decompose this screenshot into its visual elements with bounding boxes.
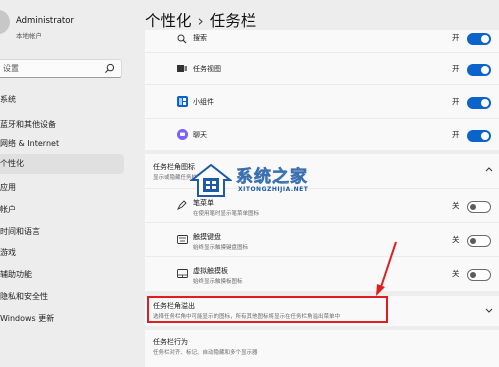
search-toggle[interactable] [467,33,491,45]
breadcrumb-parent[interactable]: 个性化 [145,12,192,30]
keyboard-icon [177,235,188,244]
sidebar-item-privacy[interactable]: 隐私和安全性 [0,287,124,307]
corner-icon-description: 在使用笔时显示笔菜单图标 [193,211,260,217]
pen-icon [177,200,187,210]
corner-icon-label: 触摸键盘 [193,233,221,241]
sidebar-item-label: 应用 [0,183,16,192]
annotation-arrow-icon [376,241,397,296]
sidebar-item-label: 系统 [0,95,16,104]
annotation-highlight-box [147,296,388,323]
corner-icon-description: 始终显示触摸键盘图标 [193,245,249,251]
taskbar-item-search: 搜索 开 [145,30,499,52]
task-view-toggle[interactable] [467,64,491,76]
sidebar-item-system[interactable]: 系统 [0,90,124,110]
toggle-state-label: 开 [452,33,460,42]
sidebar: Administrator 本地帐户 设置 系统 蓝牙和其他设备 网络 & In… [0,0,131,367]
sidebar-item-network[interactable]: 网络 & Internet [0,134,124,154]
taskbar-behaviors-section[interactable]: 任务栏行为 任务栏对齐、标记、自动隐藏和多个显示器 [145,330,499,367]
search-icon [177,34,187,44]
watermark-title: 系统之家 [236,167,308,188]
toggle-state-label: 开 [452,130,460,139]
taskbar-item-task-view: 任务视图 开 [145,52,499,84]
house-logo-icon [190,164,232,197]
touch-keyboard-toggle[interactable] [467,235,491,247]
widgets-icon [177,96,188,107]
taskbar-item-label: 聊天 [193,131,207,139]
taskbar-item-label: 任务视图 [193,65,221,73]
sidebar-item-label: 游戏 [0,248,16,257]
user-account-type: 本地帐户 [16,32,42,40]
chevron-down-icon[interactable] [485,308,493,314]
sidebar-item-label: 个性化 [0,159,24,168]
taskbar-item-chat: 聊天 开 [145,118,499,150]
toggle-state-label: 开 [452,64,460,73]
corner-icon-touch-keyboard: 触摸键盘 始终显示触摸键盘图标 关 [145,222,499,256]
sidebar-item-accessibility[interactable]: 辅助功能 [0,265,124,285]
sidebar-item-bluetooth[interactable]: 蓝牙和其他设备 [0,115,124,135]
section-description: 任务栏对齐、标记、自动隐藏和多个显示器 [153,350,258,356]
virtual-touchpad-toggle[interactable] [467,269,491,281]
toggle-state-label: 关 [452,201,460,210]
taskbar-items-panel: 搜索 开 任务视图 开 小组件 开 聊天 开 [145,30,499,150]
search-icon[interactable] [104,63,115,74]
taskbar-item-label: 搜索 [193,34,207,42]
toggle-state-label: 关 [452,235,460,244]
search-input[interactable]: 设置 [0,59,122,78]
corner-icon-description: 始终显示触摸板图标 [193,279,243,285]
section-title: 任务栏角图标 [153,163,195,171]
widgets-toggle[interactable] [467,97,491,109]
sidebar-item-windows-update[interactable]: Windows 更新 [0,309,124,329]
breadcrumb-current: 任务栏 [209,12,257,30]
task-view-icon [177,65,187,72]
sidebar-item-label: 隐私和安全性 [0,292,48,301]
taskbar-item-label: 小组件 [193,98,214,106]
sidebar-item-apps[interactable]: 应用 [0,178,124,198]
search-text: 设置 [3,64,19,73]
sidebar-item-personalization[interactable]: 个性化 [0,154,124,174]
sidebar-item-label: 蓝牙和其他设备 [0,120,56,129]
sidebar-item-gaming[interactable]: 游戏 [0,243,124,263]
sidebar-item-label: 帐户 [0,205,16,214]
sidebar-item-label: Windows 更新 [0,314,55,323]
sidebar-item-time-language[interactable]: 时间和语言 [0,222,124,242]
sidebar-item-label: 时间和语言 [0,227,40,236]
chat-icon [177,129,188,140]
toggle-state-label: 开 [452,97,460,106]
sidebar-item-label: 网络 & Internet [0,139,60,148]
chat-toggle[interactable] [467,130,491,142]
pen-menu-toggle[interactable] [467,201,491,213]
touchpad-icon [177,269,188,278]
chevron-up-icon[interactable] [485,166,493,172]
taskbar-item-widgets: 小组件 开 [145,84,499,118]
section-title: 任务栏行为 [153,338,188,346]
corner-icon-label: 虚拟触摸板 [193,267,228,275]
avatar[interactable] [0,10,10,34]
user-name: Administrator [16,16,74,26]
watermark-subtitle: XITONGZHIJIA.NET [238,186,309,193]
toggle-state-label: 关 [452,269,460,278]
sidebar-item-accounts[interactable]: 帐户 [0,200,124,220]
page-title: 个性化 › 任务栏 [145,9,256,31]
sidebar-item-label: 辅助功能 [0,270,32,279]
breadcrumb-separator: › [197,12,204,30]
corner-icon-virtual-touchpad: 虚拟触摸板 始终显示触摸板图标 关 [145,256,499,291]
watermark-logo: 系统之家 XITONGZHIJIA.NET [190,162,360,202]
